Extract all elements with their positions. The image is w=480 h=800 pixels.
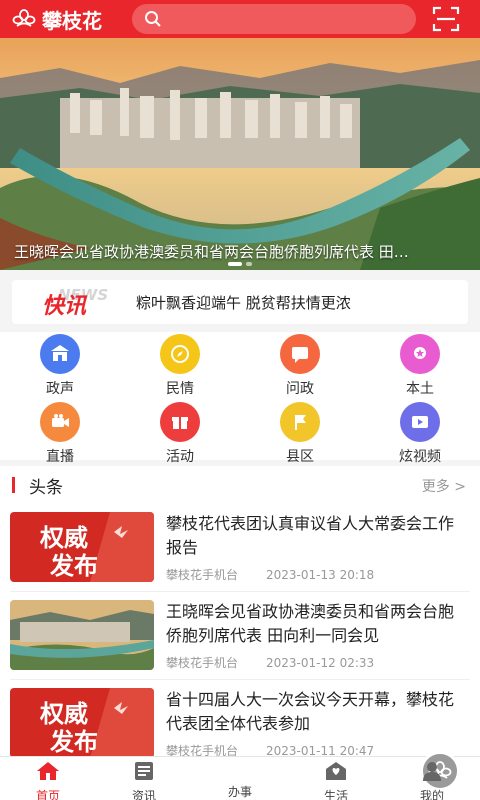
nav-label: 首页 [35, 789, 60, 800]
compass-icon [160, 334, 200, 374]
news-item[interactable]: 王晓晖会见省政协港澳委员和省两会台胞侨胞列席代表 田向利一同会见 攀枝花手机台 2… [0, 592, 480, 680]
nav-home[interactable]: 首页 [8, 761, 88, 800]
news-headline[interactable]: 王晓晖会见省政协港澳委员和省两会台胞侨胞列席代表 田向利一同会见 [166, 600, 462, 648]
camera-icon [40, 402, 80, 442]
news-item[interactable]: 权威 发布 攀枝花代表团认真审议省人大常委会工作报告 攀枝花手机台 2023-01… [0, 504, 480, 592]
kuaixun-logo: NEWS 快讯 [12, 280, 122, 324]
thumb-text-1: 权威 [39, 700, 88, 728]
news-source: 攀枝花手机台 [166, 656, 239, 670]
thumb-text-2: 发布 [49, 552, 98, 580]
brand-name: 攀枝花 [42, 8, 102, 33]
news-meta: 攀枝花手机台 2023-01-12 02:33 [166, 654, 374, 671]
section-title: 头条 [29, 477, 63, 498]
news-date: 2023-01-11 20:47 [266, 744, 375, 756]
grid-label: 民情 [166, 381, 194, 397]
brand: 攀枝花 [12, 5, 102, 34]
badge-icon [400, 334, 440, 374]
nav-profile[interactable]: 我的 [392, 761, 472, 800]
nav-label: 我的 [419, 789, 444, 800]
kuaixun-label: 快讯 [42, 294, 87, 319]
grid-item-zhengsheng[interactable]: 政声 [20, 334, 100, 398]
news-date: 2023-01-13 20:18 [266, 568, 375, 582]
grid-item-huodong[interactable]: 活动 [140, 402, 220, 466]
grid-label: 政声 [46, 381, 74, 397]
news-date: 2023-01-12 02:33 [266, 656, 375, 670]
news-headline[interactable]: 省十四届人大一次会议今天开幕，攀枝花代表团全体代表参加 [166, 688, 462, 736]
thumb-text-1: 权威 [39, 524, 88, 552]
news-list: 权威 发布 攀枝花代表团认真审议省人大常委会工作报告 攀枝花手机台 2023-01… [0, 504, 480, 756]
ticker-headline[interactable]: 粽叶飘香迎端午 脱贫帮扶情更浓 [136, 292, 351, 313]
news-meta: 攀枝花手机台 2023-01-13 20:18 [166, 566, 374, 583]
search-input[interactable] [168, 11, 408, 27]
search-icon [145, 11, 161, 27]
grid-item-wenzheng[interactable]: 问政 [260, 334, 340, 398]
grid-item-minqing[interactable]: 民情 [140, 334, 220, 398]
flag-icon [280, 402, 320, 442]
scan-icon[interactable] [432, 6, 460, 32]
grid-item-xianqu[interactable]: 县区 [260, 402, 340, 466]
grid-label: 炫视频 [399, 449, 441, 465]
top-bar: 攀枝花 [0, 0, 480, 38]
news-item[interactable]: 权威 发布 省十四届人大一次会议今天开幕，攀枝花代表团全体代表参加 攀枝花手机台… [0, 680, 480, 756]
grid-item-xuanshipin[interactable]: 炫视频 [380, 402, 460, 466]
bottom-nav: 首页 资讯 办事 生活 我的 [0, 751, 480, 800]
news-thumbnail: 权威 发布 [10, 688, 154, 756]
banner-image [0, 38, 480, 270]
home-icon [37, 762, 59, 780]
user-icon [423, 762, 441, 781]
chat-icon [280, 334, 320, 374]
grid-label: 活动 [166, 449, 194, 465]
gift-icon [160, 402, 200, 442]
search-box[interactable] [132, 4, 416, 34]
nav-services[interactable]: 办事 [200, 751, 460, 800]
grid-label: 问政 [286, 381, 314, 397]
nav-life[interactable]: 生活 [296, 761, 376, 800]
video-icon [400, 402, 440, 442]
life-icon [326, 762, 346, 780]
grid-label: 县区 [286, 449, 314, 465]
news-thumbnail [10, 600, 154, 670]
banner-caption[interactable]: 王晓晖会见省政协港澳委员和省两会台胞侨胞列席代表 田… [0, 241, 480, 262]
nav-label: 办事 [227, 785, 252, 799]
carousel-dot [228, 262, 242, 266]
news-headline[interactable]: 攀枝花代表团认真审议省人大常委会工作报告 [166, 512, 462, 560]
carousel-indicator [0, 262, 480, 266]
thumb-text-2: 发布 [49, 728, 98, 756]
news-source: 攀枝花手机台 [166, 744, 239, 756]
news-thumbnail: 权威 发布 [10, 512, 154, 582]
banner-carousel[interactable]: 王晓晖会见省政协港澳委员和省两会台胞侨胞列席代表 田… [0, 38, 480, 270]
section-accent-bar [12, 477, 15, 493]
nav-label: 生活 [323, 789, 348, 800]
headlines-header: 头条 更多 > [0, 466, 480, 504]
more-link[interactable]: 更多 > [422, 476, 466, 496]
grid-label: 本土 [406, 381, 434, 397]
channel-grid: 政声 民情 问政 本土 直播 活动 县区 炫视频 [0, 332, 480, 465]
news-ticker[interactable]: NEWS 快讯 粽叶飘香迎端午 脱贫帮扶情更浓 [12, 280, 468, 324]
grid-label: 直播 [46, 449, 74, 465]
news-meta: 攀枝花手机台 2023-01-11 20:47 [166, 742, 374, 756]
flower-logo-icon [12, 9, 36, 27]
government-icon [40, 334, 80, 374]
nav-label: 资讯 [131, 789, 156, 800]
nav-news[interactable]: 资讯 [104, 761, 184, 800]
news-icon [135, 762, 153, 780]
grid-item-bentu[interactable]: 本土 [380, 334, 460, 398]
carousel-dot [246, 262, 252, 266]
grid-item-zhibo[interactable]: 直播 [20, 402, 100, 466]
news-source: 攀枝花手机台 [166, 568, 239, 582]
